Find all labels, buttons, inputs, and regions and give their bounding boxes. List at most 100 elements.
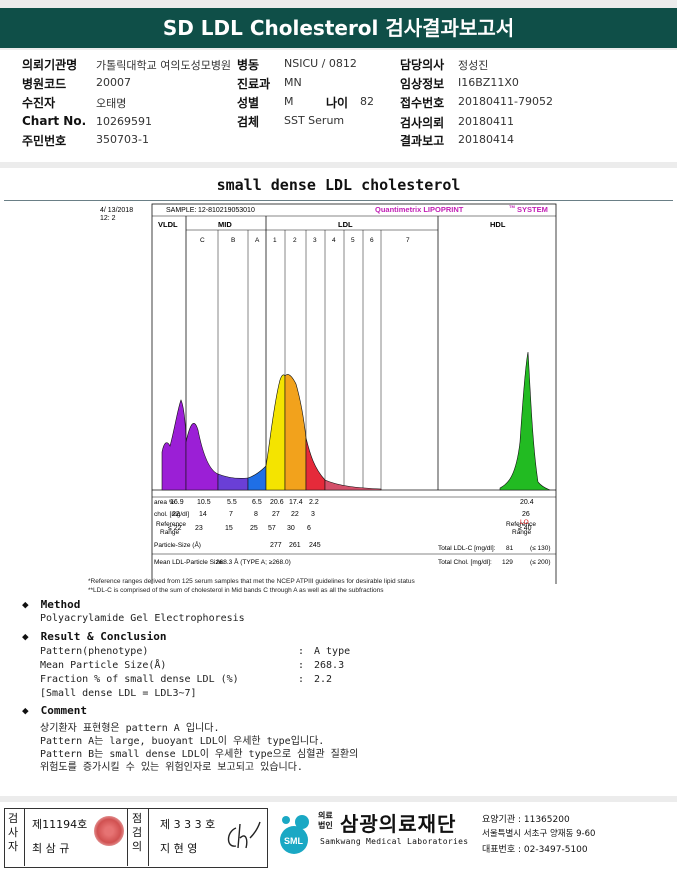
band-label-B: B <box>231 237 235 244</box>
chol-value: 14 <box>199 511 207 518</box>
divider <box>4 200 673 201</box>
mean-label: Mean LDL-Particle Size: <box>154 559 224 566</box>
result-label: Mean Particle Size(Å) <box>40 660 167 671</box>
chart-time: 12: 2 <box>100 215 116 222</box>
report-title: small dense LDL cholesterol <box>216 176 461 194</box>
field-value: 350703-1 <box>96 133 149 146</box>
sample-label: SAMPLE: <box>166 207 196 214</box>
reviewer-id: 제 3 3 3 호 <box>160 818 216 831</box>
chol-value: 22 <box>172 511 180 518</box>
field-label: Chart No. <box>22 114 87 128</box>
field-label: 검사의뢰 <box>400 116 445 130</box>
comment-line: 위험도를 증가시킬 수 있는 위험인자로 보고되고 있습니다. <box>40 762 303 773</box>
total-chol-value: 129 <box>502 559 513 566</box>
diamond-icon: ◆ <box>22 630 29 643</box>
particle-value: 277 <box>270 542 282 549</box>
field-label: 접수번호 <box>400 96 445 110</box>
band-label-6: 6 <box>370 237 374 244</box>
band-label-5: 5 <box>351 237 355 244</box>
band-label-C: C <box>200 237 205 244</box>
result-label: Fraction % of small dense LDL (%) <box>40 674 239 685</box>
brand-tm: TM <box>509 204 515 209</box>
comment-heading: ◆ Comment <box>22 704 87 717</box>
page-title: SD LDL Cholesterol 검사결과보고서 <box>0 8 677 48</box>
field-value: 20180411-79052 <box>458 95 553 108</box>
ref-value: ≤ 22 <box>168 525 182 532</box>
band-label-A: A <box>255 237 260 244</box>
ref-value: 57 <box>268 525 276 532</box>
area-value: 10.5 <box>197 499 211 506</box>
field-label: 병원코드 <box>22 77 67 91</box>
field-label: 주민번호 <box>22 134 67 148</box>
result-value: 268.3 <box>314 660 345 671</box>
field-label: 성별 <box>237 96 260 110</box>
method-heading: ◆ Method <box>22 598 81 611</box>
field-value: 20007 <box>96 76 131 89</box>
inspector-label: 검사자 <box>8 812 19 853</box>
ref-value: 23 <box>195 525 203 532</box>
org-name: 삼광의료재단 <box>340 812 457 836</box>
diamond-icon: ◆ <box>22 704 29 717</box>
sample-id: 12-810219053010 <box>198 207 255 214</box>
signature <box>227 821 261 849</box>
field-label: 담당의사 <box>400 58 445 72</box>
field-value: 정성진 <box>458 59 489 72</box>
field-value: 가톨릭대학교 여의도성모병원 <box>96 59 232 72</box>
org-prefix-2: 법인 <box>318 821 333 830</box>
org-code: 요양기관 : 11365200 <box>482 815 570 825</box>
result-sep: : <box>298 646 305 657</box>
logo-text: SML <box>284 836 304 846</box>
field-label: 진료과 <box>237 77 271 91</box>
result-value: 2.2 <box>314 674 333 685</box>
result-sep: : <box>298 660 305 671</box>
ref-value: ≥ 40 <box>518 525 532 532</box>
band-label-3: 3 <box>313 237 317 244</box>
area-value: 16.9 <box>170 499 184 506</box>
area-value: 5.5 <box>227 499 237 506</box>
org-english: Samkwang Medical Laboratories <box>320 837 469 846</box>
footnote-2: **LDL-C is comprised of the sum of chole… <box>88 587 384 594</box>
method-text: Polyacrylamide Gel Electrophoresis <box>40 613 245 624</box>
field-value: SST Serum <box>284 114 345 127</box>
footer: 검사자 제11194호 최 삼 규 점검의 제 3 3 3 호 지 현 영 SM… <box>0 802 677 874</box>
field-label: 임상정보 <box>400 77 445 91</box>
result-label: [Small dense LDL = LDL3~7] <box>40 688 197 699</box>
ref-value: 25 <box>250 525 258 532</box>
chol-value: 8 <box>254 511 258 518</box>
group-label-mid: MID <box>218 220 232 229</box>
field-value: M <box>284 95 294 108</box>
field-label: 병동 <box>237 58 260 72</box>
field-value: 20180414 <box>458 133 514 146</box>
result-value: A type <box>314 646 351 657</box>
field-label: 결과보고 <box>400 134 445 148</box>
field-value: 10269591 <box>96 115 152 128</box>
chol-value: 7 <box>229 511 233 518</box>
sml-logo-icon: SML <box>280 815 309 854</box>
patient-info-panel: 의뢰기관명 가톨릭대학교 여의도성모병원 병동 NSICU / 0812 담당의… <box>0 50 677 162</box>
area-value: 20.6 <box>270 499 284 506</box>
footnote-1: *Reference ranges derived from 125 serum… <box>88 578 415 585</box>
band-label-1: 1 <box>273 237 277 244</box>
field-label: 의뢰기관명 <box>22 58 78 72</box>
band-label-7: 7 <box>406 237 410 244</box>
total-ldl-label: Total LDL-C [mg/dl]: <box>438 545 496 552</box>
particle-value: 261 <box>289 542 301 549</box>
result-heading: ◆ Result & Conclusion <box>22 630 167 643</box>
mean-value: 268.3 Å (TYPE A; ≥268.0) <box>216 557 291 566</box>
chol-value: 27 <box>272 511 280 518</box>
reviewer-name: 지 현 영 <box>160 842 198 855</box>
result-sep: : <box>298 674 305 685</box>
area-value: 20.4 <box>520 499 534 506</box>
chol-value: 26 <box>522 511 530 518</box>
brand-suffix: SYSTEM <box>517 205 548 214</box>
ref-value: 30 <box>287 525 295 532</box>
org-phone: 대표번호 : 02-3497-5100 <box>482 845 588 855</box>
inspector-name: 최 삼 규 <box>32 842 70 855</box>
field-value: NSICU / 0812 <box>284 57 357 70</box>
total-chol-ref: (≤ 200) <box>530 559 551 566</box>
field-value: I16BZ11X0 <box>458 76 519 89</box>
ref-value: 6 <box>307 525 311 532</box>
field-label: 검체 <box>237 115 260 129</box>
field-label: 수진자 <box>22 96 56 110</box>
area-value: 17.4 <box>289 499 303 506</box>
